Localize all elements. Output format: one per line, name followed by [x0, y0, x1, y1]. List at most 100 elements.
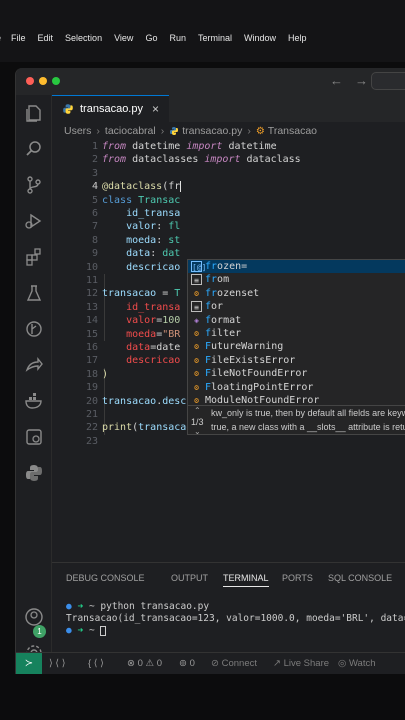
menu-window[interactable]: Window: [244, 33, 276, 43]
chevron-right-icon: ›: [96, 125, 100, 137]
suggestion-item[interactable]: ≡ for: [188, 300, 405, 313]
suggestion-item[interactable]: ⚙ FloatingPointError: [188, 381, 405, 394]
suggestion-item[interactable]: [@] frozen=: [188, 260, 405, 274]
breadcrumb-user[interactable]: taciocabral: [105, 125, 156, 137]
suggestion-item[interactable]: ⚙ frozenset: [188, 287, 405, 300]
suggestion-label: frozen=: [205, 261, 248, 272]
terminal-line: Transacao(id_transacao=123, valor=1000.0…: [66, 613, 405, 624]
terminal-output[interactable]: ● ➜ ~ python transacao.py Transacao(id_t…: [66, 601, 405, 637]
tab-output[interactable]: OUTPUT: [171, 573, 208, 583]
code-line: moeda="BR: [126, 328, 181, 340]
arrow-left-icon[interactable]: ←: [330, 73, 343, 88]
python-file-icon: [170, 127, 179, 135]
remote-explorer-icon[interactable]: [24, 427, 44, 447]
menu-file[interactable]: File: [11, 33, 26, 43]
breadcrumb-file[interactable]: transacao.py: [182, 125, 242, 137]
git-graph-icon[interactable]: [24, 319, 44, 339]
nav-braces-icon[interactable]: { ⟨ ⟩: [88, 658, 104, 669]
arrow-right-icon[interactable]: →: [355, 73, 368, 88]
code-line: @dataclass(fr: [102, 180, 182, 193]
tab-ports[interactable]: PORTS: [282, 573, 313, 583]
menu-run[interactable]: Run: [169, 33, 186, 43]
search-icon[interactable]: [24, 139, 44, 159]
class-icon: ⚙: [194, 288, 199, 298]
close-window-button[interactable]: [26, 77, 34, 85]
docker-icon[interactable]: [24, 391, 44, 411]
menu-terminal[interactable]: Terminal: [198, 33, 232, 43]
line-number: 14: [85, 315, 98, 327]
antenna-icon: ⊚: [179, 658, 187, 669]
class-icon: ⚙: [194, 342, 199, 352]
live-share-icon[interactable]: [24, 355, 44, 375]
tab-debug-console[interactable]: DEBUG CONSOLE: [66, 573, 145, 583]
bottom-panel: DEBUG CONSOLE OUTPUT TERMINAL PORTS SQL …: [52, 562, 405, 652]
line-number: 3: [91, 167, 98, 179]
menu-help[interactable]: Help: [288, 33, 307, 43]
suggestion-item[interactable]: ⚙ FileExistsError: [188, 354, 405, 367]
panel-tabs: DEBUG CONSOLE OUTPUT TERMINAL PORTS SQL …: [52, 563, 405, 589]
menu-app[interactable]: e: [0, 33, 1, 43]
testing-flask-icon[interactable]: [24, 283, 44, 303]
problems-indicator[interactable]: ⊗ 0 ⚠ 0: [127, 658, 162, 669]
remote-indicator-icon[interactable]: ≻: [16, 653, 42, 674]
explorer-icon[interactable]: [24, 103, 44, 123]
info-indicator[interactable]: ⊚ 0: [179, 658, 195, 669]
menu-view[interactable]: View: [114, 33, 133, 43]
chevron-up-icon[interactable]: ⌃: [194, 406, 201, 415]
breadcrumb-users[interactable]: Users: [64, 125, 91, 137]
menu-go[interactable]: Go: [145, 33, 157, 43]
line-number: 4: [91, 181, 98, 193]
suggestion-label: FutureWarning: [205, 341, 284, 353]
minimize-window-button[interactable]: [39, 77, 47, 85]
tab-transacao-py[interactable]: transacao.py ×: [52, 95, 169, 122]
zoom-window-button[interactable]: [52, 77, 60, 85]
chevron-down-icon[interactable]: ⌄: [194, 427, 201, 436]
chevron-right-icon: ›: [247, 125, 251, 137]
terminal-cursor: [100, 625, 107, 636]
connect-label: Connect: [221, 658, 257, 669]
command-center[interactable]: [371, 72, 405, 90]
warning-count: 0: [156, 658, 163, 669]
class-icon: ⚙: [194, 355, 199, 365]
connect-button[interactable]: ⊘ Connect: [211, 658, 257, 669]
suggestion-item[interactable]: ⚙ filter: [188, 327, 405, 340]
line-number: 12: [85, 288, 98, 300]
autocomplete-suggestions: [@] frozen= ≡ from ⚙ frozenset ≡ for ◈ format…: [187, 259, 405, 406]
live-share-label: Live Share: [283, 658, 330, 669]
code-line: valor: fl: [126, 221, 181, 233]
live-share-button[interactable]: ↗ Live Share: [273, 658, 329, 669]
nav-prev-icon[interactable]: ⟩ ⟨ ⟩: [49, 658, 65, 669]
line-number: 15: [85, 328, 98, 340]
info-count: 0: [189, 658, 195, 669]
class-icon: ⚙: [194, 369, 199, 379]
code-line: descricao: [126, 261, 181, 273]
watch-button[interactable]: ◎ Watch: [338, 658, 376, 669]
keyword-icon: ≡: [191, 301, 202, 313]
breadcrumb: Users › taciocabral › transacao.py › ⚙ T…: [52, 122, 405, 140]
menu-edit[interactable]: Edit: [38, 33, 54, 43]
chevron-right-icon: ›: [160, 125, 165, 137]
account-badge: 1: [33, 625, 46, 638]
close-icon[interactable]: ×: [152, 102, 159, 116]
account-icon[interactable]: [24, 607, 44, 627]
class-icon: ⚙: [194, 329, 199, 338]
python-file-icon: [63, 104, 73, 114]
source-control-icon[interactable]: [24, 175, 44, 195]
menu-selection[interactable]: Selection: [65, 33, 102, 43]
code-line: moeda: st: [126, 234, 181, 246]
run-debug-icon[interactable]: [24, 211, 44, 231]
watch-icon: ◎: [338, 658, 347, 669]
suggestion-item[interactable]: ⚙ FutureWarning: [188, 340, 405, 353]
prompt-arrow-icon: ➜: [77, 601, 84, 612]
python-icon[interactable]: [24, 463, 44, 483]
terminal-line: ● ➜ ~ python transacao.py: [66, 601, 405, 613]
tab-sql-console[interactable]: SQL CONSOLE: [328, 573, 392, 583]
tab-terminal[interactable]: TERMINAL: [223, 573, 269, 587]
extensions-icon[interactable]: [24, 247, 44, 267]
suggestion-item[interactable]: ⚙ FileNotFoundError: [188, 367, 405, 380]
suggestion-item[interactable]: ◈ format: [188, 314, 405, 327]
suggestion-item[interactable]: ≡ from: [188, 273, 405, 286]
breadcrumb-class[interactable]: Transacao: [268, 125, 317, 137]
line-number: 23: [85, 435, 98, 447]
code-line: transacao = T: [102, 288, 181, 300]
